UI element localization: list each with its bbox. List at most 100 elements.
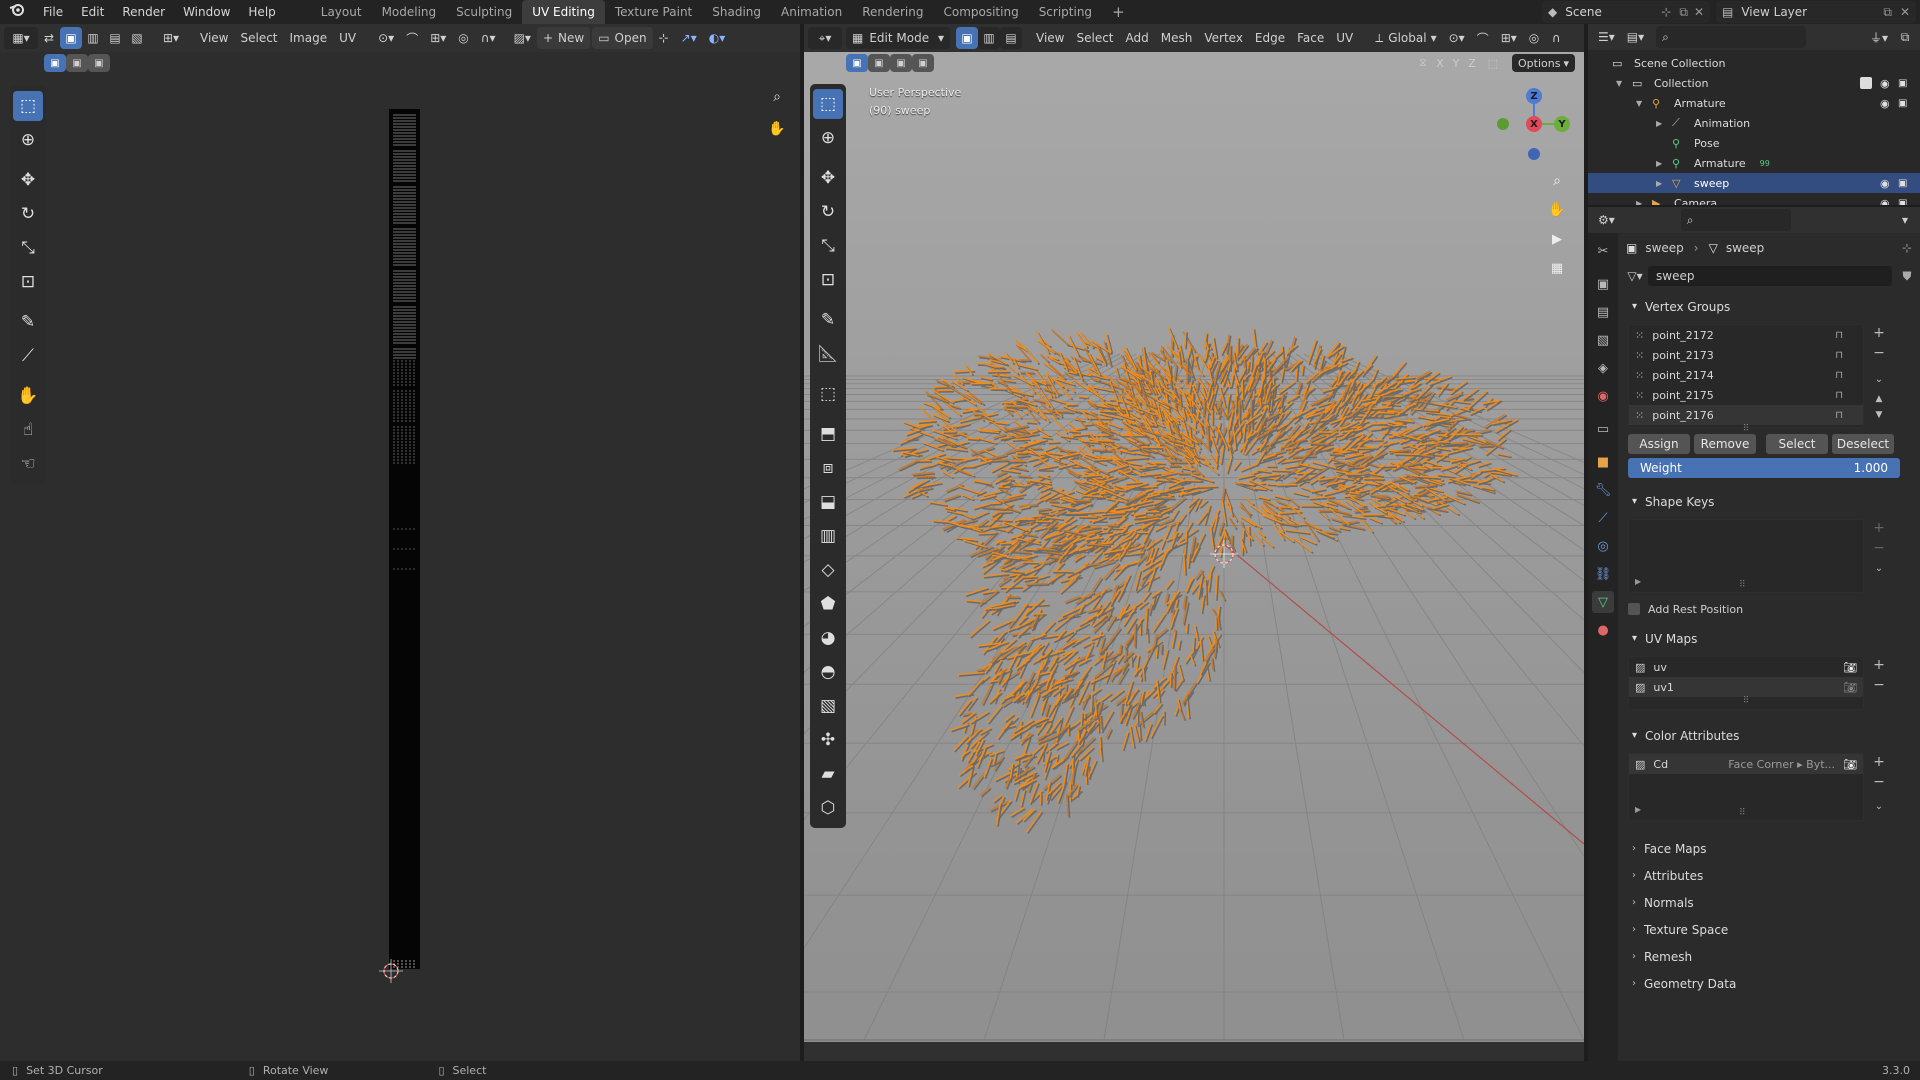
- color-attribute-row[interactable]: ▨ Cd Face Corner ▸ Byt... 📷︎: [1629, 754, 1863, 774]
- select-extend-mode-icon[interactable]: ▣: [66, 54, 88, 72]
- outliner-row[interactable]: ▶ ⟋ Animation: [1588, 113, 1920, 133]
- view-layer-tab-icon[interactable]: ▧: [1592, 329, 1614, 351]
- open-image-button[interactable]: ▭ Open: [592, 27, 653, 49]
- proportional-edit-icon[interactable]: ◎: [452, 27, 474, 49]
- gizmo-toggle-icon[interactable]: ↗▾: [675, 27, 703, 49]
- menu-edit[interactable]: Edit: [72, 0, 113, 24]
- menu-file[interactable]: File: [34, 0, 72, 24]
- blender-logo-icon[interactable]: [0, 0, 34, 24]
- tab-modeling[interactable]: Modeling: [372, 0, 447, 24]
- snap-target-icon[interactable]: ⊞▾: [424, 27, 452, 49]
- tab-rendering[interactable]: Rendering: [852, 0, 933, 24]
- uv-map-row[interactable]: ▨ uv1 📷︎: [1629, 677, 1863, 697]
- delete-view-layer-icon[interactable]: ✕: [1900, 5, 1910, 19]
- pan-3d-icon[interactable]: ✋: [1546, 199, 1568, 221]
- move-group-down-icon[interactable]: ▼: [1870, 406, 1888, 424]
- tool-tab-icon[interactable]: ✂: [1592, 240, 1614, 262]
- sweep-mesh[interactable]: [804, 24, 1584, 1061]
- collapsed-section-header[interactable]: › Face Maps: [1622, 835, 1918, 862]
- gizmo-y-axis[interactable]: Y: [1554, 116, 1570, 132]
- outliner-filter-icon[interactable]: ⏚▾: [1864, 26, 1894, 48]
- relax-tool-icon[interactable]: ☝: [13, 415, 43, 445]
- modifier-tab-icon[interactable]: 🔧︎: [1592, 479, 1614, 501]
- new-collection-icon[interactable]: ⧉: [1894, 26, 1916, 48]
- color-attributes-list[interactable]: ▨ Cd Face Corner ▸ Byt... 📷︎ ▶ ⠿: [1628, 753, 1864, 821]
- mesh-data-tab-icon[interactable]: ▽: [1592, 591, 1614, 613]
- zoom-3d-icon[interactable]: ⌕: [1546, 170, 1568, 192]
- editor-type-icon[interactable]: ▦▾: [4, 27, 38, 49]
- output-tab-icon[interactable]: ▤: [1592, 301, 1614, 323]
- select-box-tool-icon[interactable]: ⬚: [13, 91, 43, 121]
- transform-tool-icon[interactable]: ⊡: [13, 267, 43, 297]
- tab-shading[interactable]: Shading: [702, 0, 771, 24]
- gizmo-x-axis[interactable]: X: [1526, 116, 1542, 132]
- add-rest-position-checkbox[interactable]: [1628, 603, 1640, 615]
- visibility-eye-icon[interactable]: ◉: [1880, 97, 1898, 110]
- collapsed-section-header[interactable]: › Geometry Data: [1622, 970, 1918, 997]
- uv-edge-select-icon[interactable]: ▥: [82, 27, 104, 49]
- tab-layout[interactable]: Layout: [311, 0, 372, 24]
- uv-view-menu[interactable]: View: [194, 27, 234, 49]
- pin-image-icon[interactable]: ⊹: [653, 27, 675, 49]
- remove-color-attribute-icon[interactable]: −: [1870, 773, 1888, 791]
- scale-tool-icon[interactable]: ⤡: [13, 233, 43, 263]
- uv-render-active-icon[interactable]: 📷︎: [1843, 681, 1857, 694]
- collapsed-section-header[interactable]: › Normals: [1622, 889, 1918, 916]
- navigation-gizmo[interactable]: Z Y X: [1494, 84, 1574, 164]
- uv-map-row[interactable]: ▨ uv 📷︎: [1629, 657, 1863, 677]
- uv-select-menu[interactable]: Select: [234, 27, 283, 49]
- mesh-browse-icon[interactable]: ▽▾: [1622, 269, 1648, 283]
- new-view-layer-icon[interactable]: ⧉: [1883, 5, 1892, 20]
- tab-scripting[interactable]: Scripting: [1029, 0, 1102, 24]
- gizmo-neg-z-axis[interactable]: [1528, 148, 1540, 160]
- list-resize-handle[interactable]: ⠿: [1739, 808, 1746, 818]
- scene-selector[interactable]: ◆ Scene ⊹ ⧉ ✕: [1542, 1, 1710, 23]
- uv-face-select-icon[interactable]: ▤: [104, 27, 126, 49]
- vertex-group-row[interactable]: ⁙ point_2175 ⊓: [1629, 385, 1863, 405]
- lock-icon[interactable]: ⊓: [1835, 330, 1843, 341]
- outliner-row[interactable]: ▼ ▭ Collection ◉ ▣: [1588, 73, 1920, 93]
- render-visibility-icon[interactable]: ▣: [1898, 98, 1916, 109]
- tab-sculpting[interactable]: Sculpting: [446, 0, 522, 24]
- lock-icon[interactable]: ⊓: [1835, 410, 1843, 421]
- remove-uv-map-icon[interactable]: −: [1870, 676, 1888, 694]
- vertex-group-specials-icon[interactable]: ⌄: [1870, 370, 1888, 388]
- remove-vertex-group-icon[interactable]: −: [1870, 344, 1888, 362]
- add-vertex-group-icon[interactable]: +: [1870, 324, 1888, 342]
- shape-keys-header[interactable]: ▾ Shape Keys: [1622, 488, 1918, 515]
- outliner-row[interactable]: ▭ Scene Collection: [1588, 53, 1920, 73]
- constraints-tab-icon[interactable]: ⛓︎: [1592, 563, 1614, 585]
- uv-maps-list[interactable]: ▨ uv 📷︎ ▨ uv1 📷︎ ⠿: [1628, 656, 1864, 710]
- select-box-mode-icon[interactable]: ▣: [44, 54, 66, 72]
- falloff-icon[interactable]: ∩▾: [475, 27, 502, 49]
- remove-shape-key-icon[interactable]: −: [1870, 539, 1888, 557]
- rotate-tool-icon[interactable]: ↻: [13, 199, 43, 229]
- menu-window[interactable]: Window: [174, 0, 239, 24]
- properties-editor-type-icon[interactable]: ⚙▾: [1592, 209, 1621, 231]
- deselect-button[interactable]: Deselect: [1832, 434, 1894, 454]
- outliner-row[interactable]: ⚲ Pose: [1588, 133, 1920, 153]
- vertex-group-row[interactable]: ⁙ point_2173 ⊓: [1629, 345, 1863, 365]
- lock-icon[interactable]: ⊓: [1835, 350, 1843, 361]
- gizmo-z-axis[interactable]: Z: [1526, 88, 1542, 104]
- uv-sync-icon[interactable]: ⇄: [38, 27, 60, 49]
- collapsed-section-header[interactable]: › Attributes: [1622, 862, 1918, 889]
- vertex-groups-list[interactable]: ⁙ point_2172 ⊓ ⁙ point_2173 ⊓ ⁙ point_2174 ⊓ ⁙ poi…: [1628, 324, 1864, 434]
- vertex-group-row[interactable]: ⁙ point_2172 ⊓: [1629, 325, 1863, 345]
- color-attribute-specials-icon[interactable]: ⌄: [1870, 797, 1888, 815]
- annotate-tool-icon[interactable]: ✎: [13, 307, 43, 337]
- view-layer-selector[interactable]: ▤ View Layer ⧉ ✕: [1716, 1, 1916, 23]
- exclude-checkbox-icon[interactable]: [1860, 77, 1872, 89]
- image-browse-icon[interactable]: ▨▾: [508, 27, 537, 49]
- grab-tool-icon[interactable]: ✋: [13, 381, 43, 411]
- move-tool-icon[interactable]: ✥: [13, 165, 43, 195]
- color-attributes-header[interactable]: ▾ Color Attributes: [1622, 722, 1918, 749]
- menu-help[interactable]: Help: [239, 0, 284, 24]
- expand-arrow-icon[interactable]: ▼: [1636, 99, 1648, 108]
- tab-compositing[interactable]: Compositing: [933, 0, 1028, 24]
- properties-options-icon[interactable]: ▾: [1894, 209, 1916, 231]
- list-resize-handle[interactable]: ⠿: [1739, 580, 1746, 590]
- add-workspace-button[interactable]: +: [1102, 0, 1135, 24]
- pan-view-icon[interactable]: ✋: [766, 118, 788, 140]
- weight-slider[interactable]: Weight 1.000: [1628, 458, 1900, 478]
